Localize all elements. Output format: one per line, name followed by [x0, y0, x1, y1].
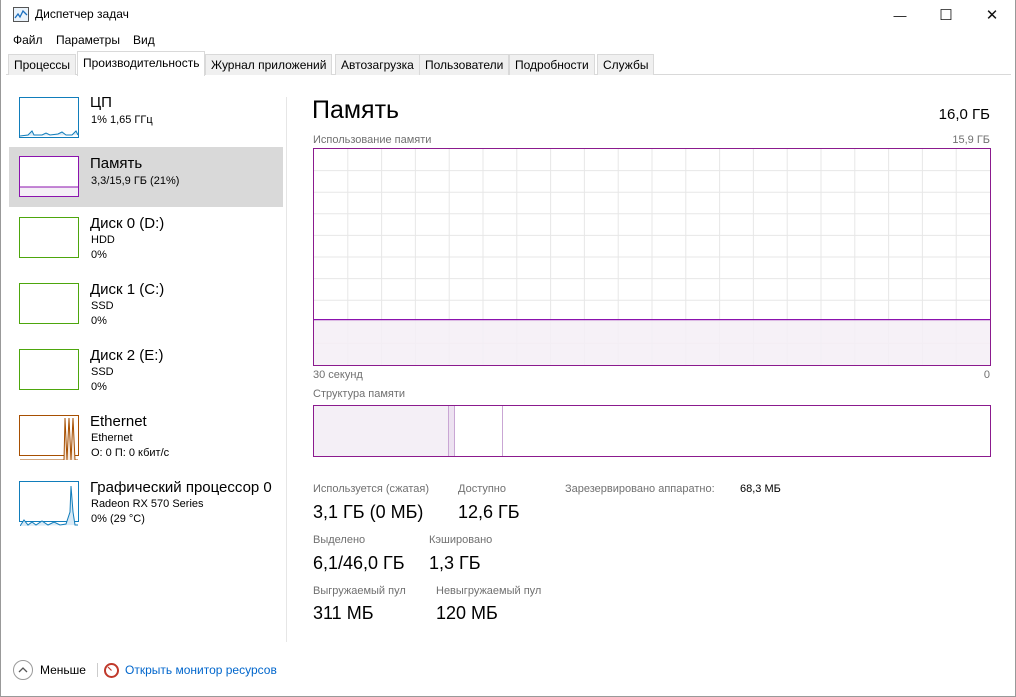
page-title: Память [312, 96, 400, 124]
resource-detail: 3,3/15,9 ГБ (21%) [91, 175, 180, 187]
memory-composition-bar [313, 405, 991, 457]
resource-name: Ethernet [90, 413, 147, 430]
usage-graph-max: 15,9 ГБ [952, 134, 990, 146]
menu-file[interactable]: Файл [13, 33, 43, 47]
resource-detail: Ethernet [91, 432, 133, 444]
stat-reserved-value: 68,3 МБ [740, 483, 781, 495]
tab-performance[interactable]: Производительность [77, 51, 206, 76]
resource-detail: HDD [91, 234, 115, 246]
chevron-up-icon [13, 660, 33, 680]
tab-details[interactable]: Подробности [509, 54, 595, 75]
resource-name: ЦП [90, 94, 112, 111]
menu-options[interactable]: Параметры [56, 33, 120, 47]
open-resource-monitor-link[interactable]: Открыть монитор ресурсов [104, 659, 277, 681]
menu-view[interactable]: Вид [133, 33, 155, 47]
resource-detail-usage: 0% [91, 315, 107, 327]
footer-separator [97, 663, 98, 677]
resource-detail-throughput: О: 0 П: 0 кбит/с [91, 447, 170, 459]
menu-bar: Файл Параметры Вид [1, 30, 1015, 52]
tab-app-history[interactable]: Журнал приложений [205, 54, 333, 75]
resource-detail-usage: 0% (29 °C) [91, 513, 145, 525]
close-button[interactable]: ✕ [969, 0, 1015, 30]
total-memory: 16,0 ГБ [938, 106, 990, 123]
footer-bar: Меньше Открыть монитор ресурсов [1, 655, 1015, 685]
stat-paged-pool-label: Выгружаемый пул [313, 585, 406, 597]
resource-item-ethernet[interactable]: Ethernet Ethernet О: 0 П: 0 кбит/с [9, 408, 283, 468]
resource-name: Диск 1 (C:) [90, 281, 165, 298]
resource-item-disk-1[interactable]: Диск 1 (C:) SSD 0% [9, 276, 283, 336]
resource-item-disk-0[interactable]: Диск 0 (D:) HDD 0% [9, 210, 283, 270]
memory-usage-graph [313, 148, 991, 366]
resource-item-disk-2[interactable]: Диск 2 (E:) SSD 0% [9, 342, 283, 402]
memory-usage-graph-svg [314, 149, 990, 365]
resource-name: Память [90, 155, 143, 172]
stat-cached-label: Кэшировано [429, 534, 493, 546]
minimize-icon: — [893, 7, 907, 23]
memory-usage-area [314, 319, 990, 365]
maximize-icon: ☐ [939, 7, 953, 24]
stat-available-value: 12,6 ГБ [458, 502, 520, 522]
resource-detail: SSD [91, 366, 114, 378]
tab-services[interactable]: Службы [597, 54, 655, 75]
title-bar[interactable]: Диспетчер задач — ☐ ✕ [1, 0, 1015, 30]
stat-in-use-value: 3,1 ГБ (0 МБ) [313, 502, 424, 522]
resource-name: Диск 2 (E:) [90, 347, 164, 364]
gpu-thumbnail-graph [19, 481, 79, 527]
stat-cached-value: 1,3 ГБ [429, 553, 481, 573]
pane-divider[interactable] [286, 97, 287, 642]
cpu-thumbnail-graph [19, 97, 79, 138]
resource-name: Графический процессор 0 [90, 479, 272, 496]
memory-thumbnail-graph [19, 156, 79, 197]
stat-committed-label: Выделено [313, 534, 366, 546]
resource-list: ЦП 1% 1,65 ГГц Память 3,3/15,9 ГБ (21%) … [9, 88, 285, 638]
tab-strip: Процессы Производительность Журнал прило… [6, 51, 1011, 76]
resource-detail-usage: 0% [91, 249, 107, 261]
disk-thumbnail-graph [19, 283, 79, 324]
resource-name: Диск 0 (D:) [90, 215, 165, 232]
minimize-button[interactable]: — [877, 0, 923, 30]
resource-detail: Radeon RX 570 Series [91, 498, 204, 510]
maximize-button[interactable]: ☐ [923, 0, 969, 30]
resource-item-memory[interactable]: Память 3,3/15,9 ГБ (21%) [9, 147, 283, 207]
disk-thumbnail-graph [19, 217, 79, 258]
composition-standby [455, 406, 503, 456]
graph-time-end: 0 [983, 369, 990, 381]
resource-monitor-icon [104, 662, 119, 678]
tab-users[interactable]: Пользователи [419, 54, 510, 75]
window-title: Диспетчер задач [35, 7, 129, 21]
task-manager-icon [13, 7, 29, 22]
tab-processes[interactable]: Процессы [8, 54, 77, 75]
stat-reserved-label: Зарезервировано аппаратно: [565, 483, 715, 495]
ethernet-thumbnail-graph [19, 415, 79, 461]
stat-nonpaged-pool-value: 120 МБ [436, 603, 498, 623]
disk-thumbnail-graph [19, 349, 79, 390]
task-manager-window: Диспетчер задач — ☐ ✕ Файл Параметры Вид… [0, 0, 1016, 697]
resource-item-gpu-0[interactable]: Графический процессор 0 Radeon RX 570 Se… [9, 474, 283, 534]
fewer-details-button[interactable]: Меньше [13, 659, 86, 681]
stat-paged-pool-value: 311 МБ [313, 603, 374, 623]
resource-detail-usage: 0% [91, 381, 107, 393]
open-resource-monitor-label: Открыть монитор ресурсов [125, 663, 277, 677]
close-icon: ✕ [985, 7, 999, 24]
usage-graph-label: Использование памяти [313, 134, 432, 146]
stat-in-use-label: Используется (сжатая) [313, 483, 430, 495]
stat-nonpaged-pool-label: Невыгружаемый пул [436, 585, 542, 597]
composition-modified [448, 406, 455, 456]
fewer-details-label: Меньше [40, 663, 86, 677]
graph-time-label: 30 секунд [313, 369, 363, 381]
structure-label: Структура памяти [313, 388, 406, 400]
tab-startup[interactable]: Автозагрузка [335, 54, 420, 75]
resource-detail: SSD [91, 300, 114, 312]
stat-available-label: Доступно [458, 483, 507, 495]
resource-item-cpu[interactable]: ЦП 1% 1,65 ГГц [9, 88, 283, 148]
stat-committed-value: 6,1/46,0 ГБ [313, 553, 405, 573]
resource-detail: 1% 1,65 ГГц [91, 114, 153, 126]
composition-in-use [314, 406, 448, 456]
